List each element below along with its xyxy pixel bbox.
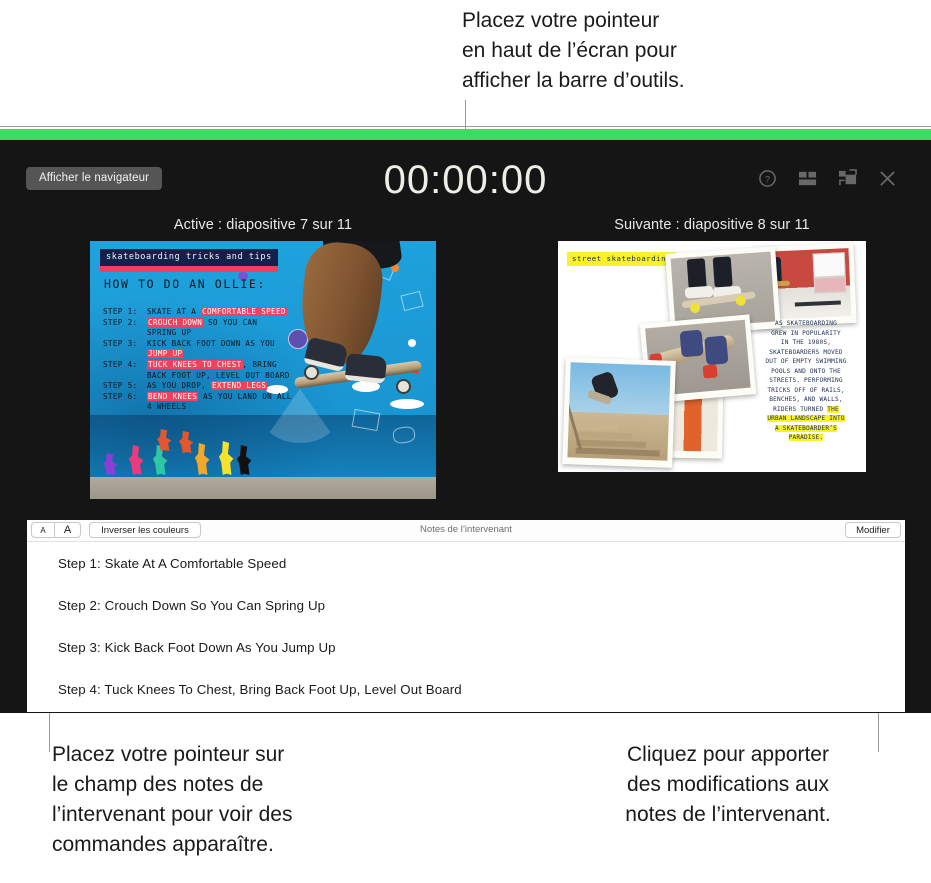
notes-text-area[interactable]: Step 1: Skate At A Comfortable Speed Step…	[27, 542, 905, 697]
photo-stair-jump	[562, 357, 676, 468]
slide7-text: 4 WHEELS	[147, 402, 187, 412]
slide7-text: AS YOU DROP,	[147, 381, 211, 391]
slide8-text: IN THE 1980S,	[780, 339, 832, 346]
notes-toolbar: A A Inverser les couleurs Notes de l’int…	[27, 520, 905, 542]
skateboard-wheel-front	[304, 365, 319, 380]
next-slide-thumbnail[interactable]: street skateboarding AS SKATEBOARDING GR…	[558, 241, 866, 472]
next-slide-caption: Suivante : diapositive 8 sur 11	[614, 217, 810, 233]
slide8-title: street skateboarding	[567, 252, 676, 266]
slide8-text: AS SKATEBOARDING	[775, 320, 837, 327]
note-line: Step 4: Tuck Knees To Chest, Bring Back …	[58, 682, 462, 697]
slide7-ground	[90, 477, 436, 499]
presenter-toolbar: ?	[758, 169, 897, 188]
slide7-step-label: STEP 6:	[103, 391, 138, 401]
slide8-body-line: A SKATEBOARDER’S	[754, 424, 858, 434]
callout-toolbar-hint: Placez votre pointeur en haut de l’écran…	[462, 9, 685, 92]
toolbar-reveal-strip[interactable]	[0, 129, 931, 140]
slide7-heading: HOW TO DO AN OLLIE:	[104, 277, 266, 291]
slide8-highlight: PARADISE.	[788, 434, 824, 441]
slide8-body-line: STREETS. PERFORMING	[754, 376, 858, 386]
slide8-body-line: POOLS AND ONTO THE	[754, 367, 858, 377]
slide7-step-label: STEP 4:	[103, 359, 138, 369]
slide7-text: SPRING UP	[147, 328, 192, 338]
slide7-highlight: BEND KNEES	[147, 391, 199, 401]
current-slide-caption: Active : diapositive 7 sur 11	[173, 217, 353, 233]
slide7-text: BACK FOOT UP, LEVEL OUT BOARD	[147, 370, 290, 380]
help-icon[interactable]: ?	[758, 169, 777, 188]
notes-panel-title: Notes de l’intervenant	[420, 524, 512, 535]
callout-notes-hint: Placez votre pointeur sur le champ des n…	[52, 743, 293, 856]
slide8-body-line: TRICKS OFF OF RAILS,	[754, 386, 858, 396]
layout-icon[interactable]	[798, 169, 817, 188]
svg-text:?: ?	[765, 174, 770, 185]
leader-line-edit-vertical	[878, 712, 879, 752]
slide7-step-label: STEP 2:	[103, 317, 138, 327]
slide8-highlight: URBAN LANDSCAPE INTO	[767, 415, 845, 422]
close-icon[interactable]	[878, 169, 897, 188]
leader-line-top-horizontal	[0, 126, 931, 127]
slide8-body-line: URBAN LANDSCAPE INTO	[754, 414, 858, 424]
next-slide-pane: Suivante : diapositive 8 sur 11 street s…	[558, 217, 866, 472]
slide8-body-line: GREW IN POPULARITY	[754, 329, 858, 339]
slide8-text: POOLS AND ONTO THE	[771, 367, 841, 375]
slide7-highlight: JUMP UP	[147, 349, 184, 359]
current-slide-pane: Active : diapositive 7 sur 11 skateboard…	[90, 217, 436, 499]
slide8-text: OUT OF EMPTY SWIMMING	[765, 358, 847, 365]
note-line: Step 1: Skate At A Comfortable Speed	[58, 556, 287, 571]
slide7-artwork: skateboarding tricks and tips HOW TO DO …	[90, 241, 436, 499]
slide7-text: KICK BACK FOOT DOWN AS YOU	[147, 338, 275, 348]
slide8-body-text: AS SKATEBOARDING GREW IN POPULARITY IN THE…	[754, 319, 858, 443]
note-line: Step 3: Kick Back Foot Down As You Jump …	[58, 640, 336, 655]
presenter-notes-panel[interactable]: A A Inverser les couleurs Notes de l’int…	[27, 520, 905, 712]
edit-notes-button[interactable]: Modifier	[845, 522, 901, 538]
slide8-body-line: AS SKATEBOARDING	[754, 319, 858, 329]
slide8-text: STREETS. PERFORMING	[769, 377, 843, 384]
slide7-skater-figure	[280, 241, 430, 409]
slide8-body-line: SKATEBOARDERS MOVED	[754, 348, 858, 358]
slide7-text: AS YOU LAND ON ALL	[198, 391, 292, 401]
display-swap-icon[interactable]	[838, 169, 857, 188]
slide8-text: SKATEBOARDERS MOVED	[769, 348, 843, 356]
slide8-highlight: A SKATEBOARDER’S	[775, 424, 837, 432]
slide8-text: GREW IN POPULARITY	[771, 329, 841, 337]
note-line: Step 2: Crouch Down So You Can Spring Up	[58, 598, 326, 613]
slide8-highlight: THE	[827, 405, 839, 413]
slide7-step-label: STEP 3:	[103, 338, 138, 348]
slide7-title: skateboarding tricks and tips	[100, 249, 278, 269]
slide7-highlight: COMFORTABLE SPEED	[201, 307, 287, 316]
slide7-highlight: CROUCH DOWN	[147, 317, 204, 327]
current-slide-thumbnail[interactable]: skateboarding tricks and tips HOW TO DO …	[90, 241, 436, 499]
slide8-text: TRICKS OFF OF RAILS,	[767, 386, 845, 394]
slide8-text: BENCHES, AND WALLS,	[769, 396, 843, 403]
slide7-highlight: EXTEND LEGS	[210, 381, 268, 391]
slide8-text: RIDERS TURNED	[773, 405, 828, 413]
skater-shoe-back	[344, 352, 388, 385]
slide7-highlight: TUCK KNEES TO CHEST	[147, 359, 243, 369]
slide8-body-line: IN THE 1980S,	[754, 338, 858, 348]
slide7-text: SO YOU CAN	[203, 317, 258, 327]
callout-edit-hint: Cliquez pour apporter des modifications …	[625, 743, 831, 826]
slide7-text: , BRING	[242, 359, 277, 369]
skateboard-wheel-back	[396, 379, 411, 394]
slide7-step-label: STEP 1:	[103, 307, 138, 316]
slide8-body-line: BENCHES, AND WALLS,	[754, 395, 858, 405]
slide8-artwork: street skateboarding AS SKATEBOARDING GR…	[558, 241, 866, 472]
leader-line-notes-vertical	[49, 712, 50, 752]
slide8-body-line: PARADISE.	[754, 433, 858, 443]
slide7-text: SKATE AT A	[147, 307, 202, 316]
slide7-step-label: STEP 5:	[103, 381, 138, 391]
slide8-body-line: RIDERS TURNED THE	[754, 405, 858, 415]
slide8-body-line: OUT OF EMPTY SWIMMING	[754, 357, 858, 367]
